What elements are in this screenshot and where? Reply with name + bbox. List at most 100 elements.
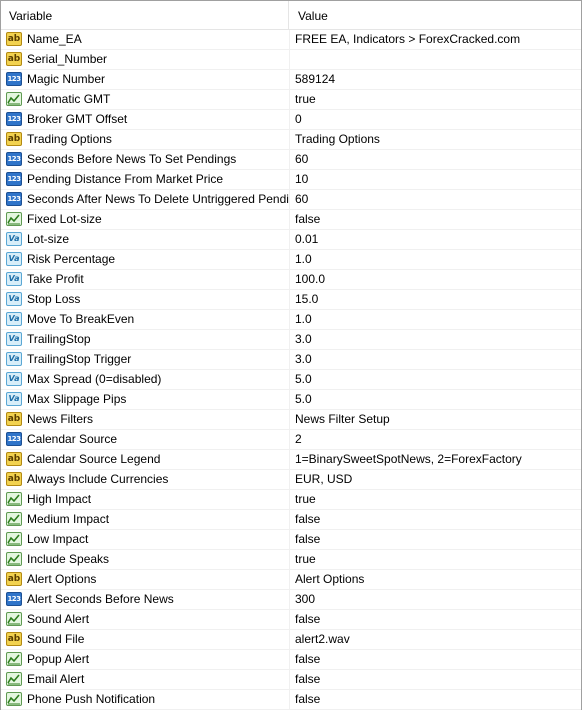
parameter-value-cell[interactable] (290, 50, 581, 69)
parameter-value-cell[interactable]: 1=BinarySweetSpotNews, 2=ForexFactory (290, 450, 581, 469)
parameter-name-cell[interactable]: High Impact (1, 490, 290, 509)
parameter-name-cell[interactable]: Email Alert (1, 670, 290, 689)
parameter-name-cell[interactable]: 123 Magic Number (1, 70, 290, 89)
parameter-name-cell[interactable]: Sound Alert (1, 610, 290, 629)
parameter-name-cell[interactable]: Va Risk Percentage (1, 250, 290, 269)
parameter-name-cell[interactable]: ab Trading Options (1, 130, 290, 149)
parameter-name-cell[interactable]: ab Sound File (1, 630, 290, 649)
parameter-name-cell[interactable]: ab Calendar Source Legend (1, 450, 290, 469)
parameter-name-cell[interactable]: Low Impact (1, 530, 290, 549)
parameter-row[interactable]: ab Calendar Source Legend 1=BinarySweetSpo… (1, 450, 581, 470)
parameter-row[interactable]: ab Name_EA FREE EA, Indicators > ForexCrac… (1, 30, 581, 50)
parameter-row[interactable]: 123 Pending Distance From Market Price 10 (1, 170, 581, 190)
column-header-variable[interactable]: Variable (1, 1, 289, 29)
parameter-name-cell[interactable]: Va Max Spread (0=disabled) (1, 370, 290, 389)
parameter-value-cell[interactable]: News Filter Setup (290, 410, 581, 429)
parameter-row[interactable]: ab Serial_Number (1, 50, 581, 70)
parameter-value-cell[interactable]: FREE EA, Indicators > ForexCracked.com (290, 30, 581, 49)
parameter-name-cell[interactable]: Fixed Lot-size (1, 210, 290, 229)
parameter-row[interactable]: ab Always Include Currencies EUR, USD (1, 470, 581, 490)
parameter-row[interactable]: Va Take Profit 100.0 (1, 270, 581, 290)
parameter-row[interactable]: Email Alert false (1, 670, 581, 690)
parameter-name-cell[interactable]: ab News Filters (1, 410, 290, 429)
parameter-row[interactable]: 123 Magic Number 589124 (1, 70, 581, 90)
parameter-value-cell[interactable]: false (290, 510, 581, 529)
parameter-row[interactable]: Medium Impact false (1, 510, 581, 530)
parameter-value-cell[interactable]: 3.0 (290, 330, 581, 349)
parameter-value-cell[interactable]: 100.0 (290, 270, 581, 289)
parameter-row[interactable]: 123 Seconds Before News To Set Pendings 60 (1, 150, 581, 170)
parameter-row[interactable]: 123 Broker GMT Offset 0 (1, 110, 581, 130)
parameter-name-cell[interactable]: ab Always Include Currencies (1, 470, 290, 489)
parameter-value-cell[interactable]: false (290, 210, 581, 229)
parameter-name-cell[interactable]: Phone Push Notification (1, 690, 290, 709)
parameter-name-cell[interactable]: 123 Pending Distance From Market Price (1, 170, 290, 189)
parameter-row[interactable]: ab Trading Options Trading Options (1, 130, 581, 150)
parameter-row[interactable]: High Impact true (1, 490, 581, 510)
parameter-name-cell[interactable]: 123 Seconds After News To Delete Untrigge… (1, 190, 290, 209)
parameter-value-cell[interactable]: 5.0 (290, 390, 581, 409)
parameter-value-cell[interactable]: true (290, 90, 581, 109)
parameter-row[interactable]: Va Risk Percentage 1.0 (1, 250, 581, 270)
parameter-value-cell[interactable]: 589124 (290, 70, 581, 89)
parameter-name-cell[interactable]: 123 Calendar Source (1, 430, 290, 449)
parameter-value-cell[interactable]: 1.0 (290, 310, 581, 329)
parameter-value-cell[interactable]: 3.0 (290, 350, 581, 369)
parameter-value-cell[interactable]: 1.0 (290, 250, 581, 269)
parameter-value-cell[interactable]: 5.0 (290, 370, 581, 389)
parameter-value-cell[interactable]: true (290, 490, 581, 509)
parameter-name-cell[interactable]: Va Move To BreakEven (1, 310, 290, 329)
parameter-row[interactable]: Automatic GMT true (1, 90, 581, 110)
parameter-value-cell[interactable]: false (290, 650, 581, 669)
parameter-name-cell[interactable]: Va Lot-size (1, 230, 290, 249)
parameter-value-cell[interactable]: EUR, USD (290, 470, 581, 489)
parameter-value-cell[interactable]: 15.0 (290, 290, 581, 309)
parameter-value-cell[interactable]: false (290, 670, 581, 689)
parameter-name-cell[interactable]: Va TrailingStop Trigger (1, 350, 290, 369)
parameter-value-cell[interactable]: 0 (290, 110, 581, 129)
parameter-value-cell[interactable]: 300 (290, 590, 581, 609)
parameter-value-cell[interactable]: false (290, 610, 581, 629)
parameter-value-cell[interactable]: Trading Options (290, 130, 581, 149)
parameter-row[interactable]: 123 Alert Seconds Before News 300 (1, 590, 581, 610)
parameter-row[interactable]: ab News Filters News Filter Setup (1, 410, 581, 430)
parameter-row[interactable]: Va Move To BreakEven 1.0 (1, 310, 581, 330)
parameter-name-cell[interactable]: Include Speaks (1, 550, 290, 569)
parameter-value-cell[interactable]: false (290, 690, 581, 709)
column-header-value[interactable]: Value (290, 1, 581, 29)
parameter-row[interactable]: Fixed Lot-size false (1, 210, 581, 230)
parameter-value-cell[interactable]: 0.01 (290, 230, 581, 249)
parameter-row[interactable]: 123 Seconds After News To Delete Untrigge… (1, 190, 581, 210)
parameter-row[interactable]: Va Lot-size 0.01 (1, 230, 581, 250)
parameter-value-cell[interactable]: 10 (290, 170, 581, 189)
parameter-value-cell[interactable]: 60 (290, 150, 581, 169)
parameter-value-cell[interactable]: alert2.wav (290, 630, 581, 649)
parameter-name-cell[interactable]: Popup Alert (1, 650, 290, 669)
parameter-row[interactable]: Va TrailingStop 3.0 (1, 330, 581, 350)
parameter-row[interactable]: Low Impact false (1, 530, 581, 550)
parameter-row[interactable]: ab Alert Options Alert Options (1, 570, 581, 590)
parameter-row[interactable]: Va TrailingStop Trigger 3.0 (1, 350, 581, 370)
parameter-row[interactable]: Popup Alert false (1, 650, 581, 670)
parameter-row[interactable]: Phone Push Notification false (1, 690, 581, 710)
parameter-name-cell[interactable]: ab Alert Options (1, 570, 290, 589)
parameter-value-cell[interactable]: false (290, 530, 581, 549)
parameter-value-cell[interactable]: true (290, 550, 581, 569)
parameter-row[interactable]: Va Max Spread (0=disabled) 5.0 (1, 370, 581, 390)
parameter-row[interactable]: Va Max Slippage Pips 5.0 (1, 390, 581, 410)
parameter-row[interactable]: Sound Alert false (1, 610, 581, 630)
parameter-value-cell[interactable]: 2 (290, 430, 581, 449)
parameter-name-cell[interactable]: ab Serial_Number (1, 50, 290, 69)
parameter-row[interactable]: Include Speaks true (1, 550, 581, 570)
parameter-name-cell[interactable]: Va Take Profit (1, 270, 290, 289)
parameter-name-cell[interactable]: 123 Broker GMT Offset (1, 110, 290, 129)
parameter-name-cell[interactable]: 123 Seconds Before News To Set Pendings (1, 150, 290, 169)
parameter-row[interactable]: ab Sound File alert2.wav (1, 630, 581, 650)
parameter-name-cell[interactable]: Va TrailingStop (1, 330, 290, 349)
parameter-value-cell[interactable]: Alert Options (290, 570, 581, 589)
parameter-name-cell[interactable]: Va Stop Loss (1, 290, 290, 309)
parameter-name-cell[interactable]: Medium Impact (1, 510, 290, 529)
parameter-row[interactable]: Va Stop Loss 15.0 (1, 290, 581, 310)
parameter-name-cell[interactable]: Va Max Slippage Pips (1, 390, 290, 409)
parameter-value-cell[interactable]: 60 (290, 190, 581, 209)
